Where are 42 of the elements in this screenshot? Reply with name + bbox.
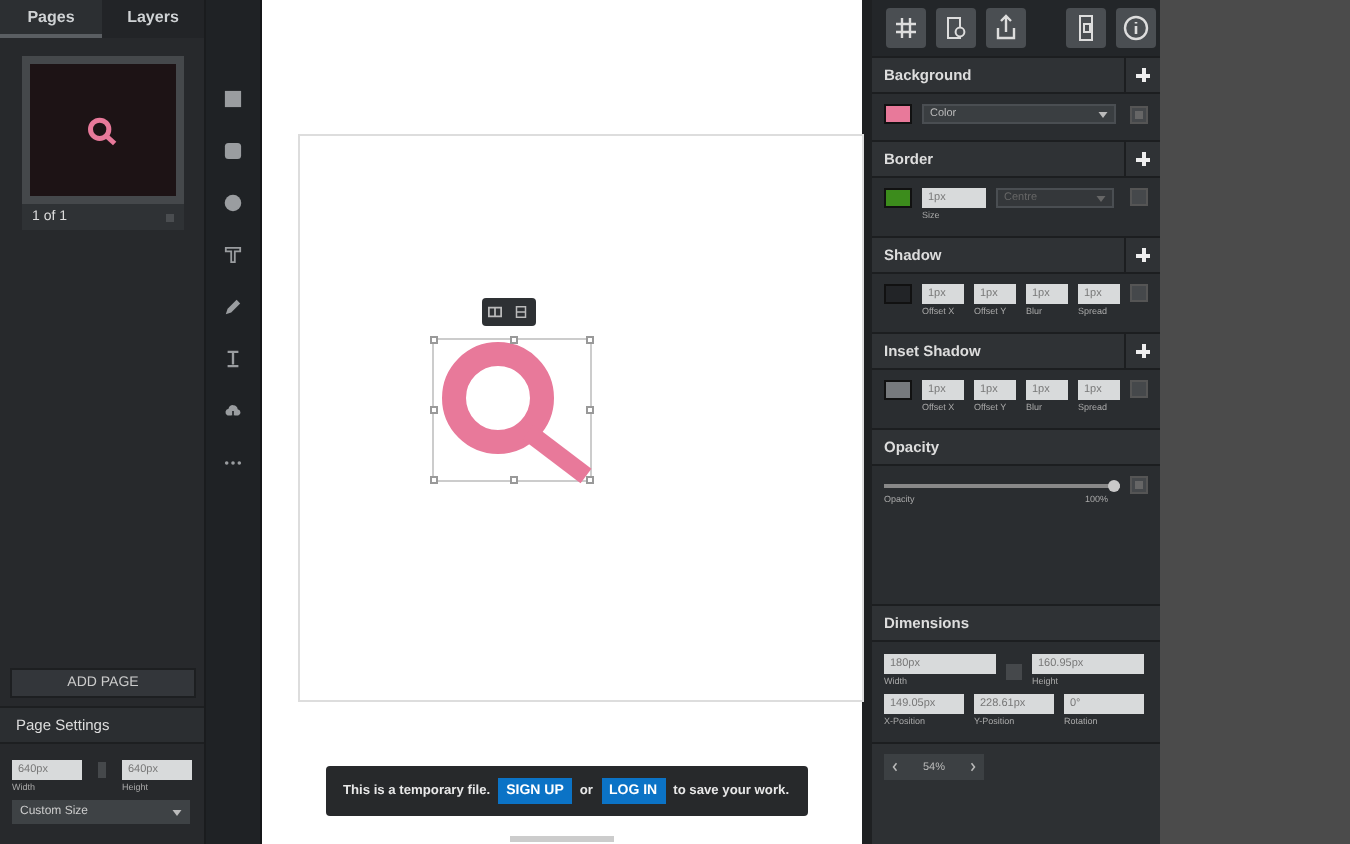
page-thumbnail[interactable] [22, 56, 184, 204]
grid-icon[interactable] [886, 8, 926, 48]
text-tool-icon[interactable] [224, 350, 242, 368]
scrollbar[interactable] [510, 836, 614, 842]
rounded-rectangle-tool-icon[interactable] [224, 142, 242, 160]
circle-tool-icon[interactable] [224, 194, 242, 212]
color-swatch[interactable] [884, 380, 912, 400]
resize-handle[interactable] [429, 336, 437, 344]
checkbox[interactable] [1130, 476, 1148, 494]
resize-handle[interactable] [585, 476, 593, 484]
flip-vertical-icon[interactable] [514, 306, 529, 318]
zoom-out-icon[interactable] [892, 762, 898, 772]
flip-horizontal-icon[interactable] [487, 306, 502, 318]
magnifier-icon [86, 115, 120, 145]
cloud-icon[interactable] [224, 402, 242, 420]
resize-handle[interactable] [509, 336, 517, 344]
resize-handle[interactable] [429, 476, 437, 484]
color-swatch[interactable] [884, 284, 912, 304]
pencil-icon[interactable] [224, 298, 242, 316]
checkbox[interactable] [1130, 380, 1148, 398]
info-icon[interactable] [1116, 8, 1156, 48]
caret-icon [172, 809, 182, 815]
resize-handle[interactable] [509, 476, 517, 484]
resize-handle[interactable] [585, 406, 593, 414]
caret-icon [1096, 195, 1106, 201]
checkbox[interactable] [1130, 105, 1148, 123]
caret-icon [1098, 111, 1108, 117]
image-tool-icon[interactable] [224, 246, 242, 264]
color-swatch[interactable] [884, 104, 912, 124]
checkbox[interactable] [1130, 188, 1148, 206]
checkbox[interactable] [1130, 284, 1148, 302]
color-swatch[interactable] [884, 188, 912, 208]
resize-handle[interactable] [585, 336, 593, 344]
panel-tab[interactable]: Layers [102, 0, 204, 38]
panel-tab[interactable]: Pages [0, 0, 102, 38]
page-settings-icon[interactable] [936, 8, 976, 48]
zoom-in-icon[interactable] [969, 762, 976, 772]
resize-handle[interactable] [429, 406, 437, 414]
export-icon[interactable] [986, 8, 1026, 48]
opacity-slider[interactable] [884, 479, 1120, 491]
rectangle-tool-icon[interactable] [224, 90, 242, 108]
page-icon[interactable] [1066, 8, 1106, 48]
